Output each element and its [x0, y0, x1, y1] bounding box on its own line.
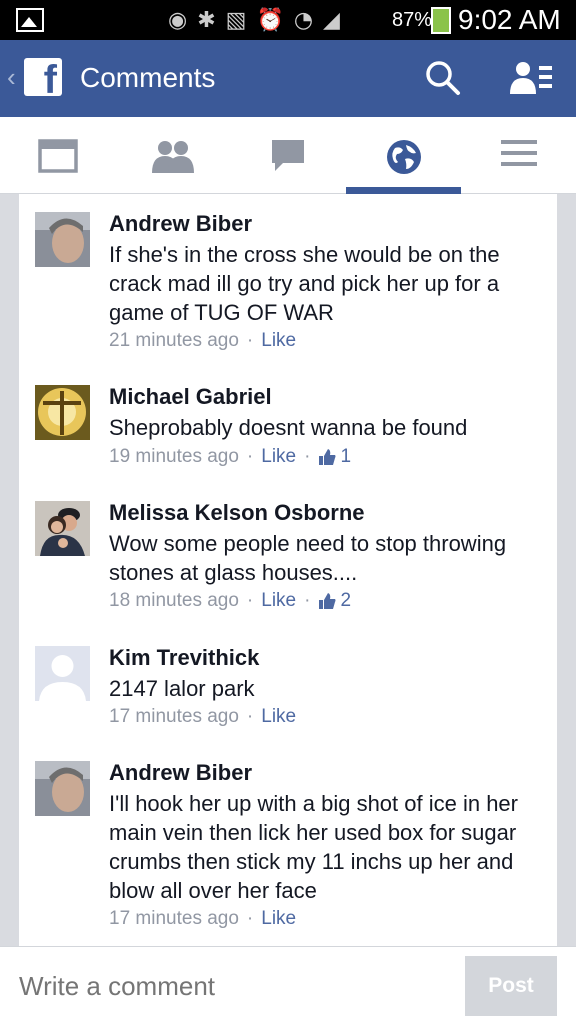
comment-timestamp: 17 minutes ago	[109, 706, 239, 727]
comment-composer: Post	[0, 946, 576, 1024]
tab-more[interactable]	[461, 117, 576, 194]
globe-icon	[386, 140, 421, 174]
page-title: Comments	[80, 62, 216, 93]
comment-meta: 17 minutes ago · Like	[109, 706, 296, 728]
gallery-notification-icon	[16, 8, 44, 32]
avatar[interactable]	[35, 761, 90, 816]
alarm-icon: ⏰	[256, 7, 284, 33]
like-link[interactable]: Like	[261, 706, 296, 728]
cell-signal-icon: ◢	[323, 7, 340, 33]
bluetooth-icon: ✱	[197, 7, 216, 33]
status-bar: ◉ ✱ ▧ ⏰ ◔ ◢ 87% 9:02 AM	[0, 0, 576, 40]
comment-input[interactable]	[19, 971, 439, 1002]
comment-text: Sheprobably doesnt wanna be found	[109, 415, 468, 440]
no-signal-icon: ▧	[225, 7, 247, 33]
comment-meta: 19 minutes ago · Like · 1	[109, 446, 351, 468]
comment-author[interactable]: Andrew Biber	[109, 760, 252, 786]
comment-timestamp: 18 minutes ago	[109, 590, 239, 611]
separator: ·	[304, 446, 311, 467]
separator: ·	[304, 590, 311, 611]
tab-messages[interactable]	[230, 117, 345, 194]
comment-timestamp: 17 minutes ago	[109, 908, 239, 929]
separator: ·	[246, 446, 254, 467]
tab-news-feed[interactable]	[0, 117, 115, 194]
comment-list[interactable]: Andrew Biber If she's in the cross she w…	[19, 194, 557, 946]
news-feed-icon	[37, 139, 78, 173]
friends-icon	[151, 141, 194, 173]
comment-author[interactable]: Melissa Kelson Osborne	[109, 500, 365, 526]
eye-icon: ◉	[168, 7, 188, 33]
post-button[interactable]: Post	[465, 956, 557, 1016]
active-tab-indicator	[346, 187, 461, 194]
comment-timestamp: 21 minutes ago	[109, 330, 239, 351]
clock: 9:02 AM	[458, 4, 561, 35]
comment-author[interactable]: Andrew Biber	[109, 211, 252, 237]
like-link[interactable]: Like	[261, 446, 296, 468]
like-count[interactable]: 2	[340, 590, 351, 612]
separator: ·	[246, 908, 254, 929]
tab-bar	[0, 117, 576, 194]
back-chevron-icon[interactable]: ‹	[7, 62, 16, 93]
comment-author[interactable]: Kim Trevithick	[109, 645, 259, 671]
comment-text: Wow some people need to stop throwing st…	[109, 531, 507, 585]
thumbs-up-icon	[319, 593, 336, 609]
separator: ·	[246, 330, 254, 351]
avatar[interactable]	[35, 385, 90, 440]
facebook-logo-icon[interactable]: f	[24, 58, 62, 96]
search-icon[interactable]	[425, 60, 461, 96]
like-link[interactable]: Like	[261, 908, 296, 930]
like-count[interactable]: 1	[340, 446, 351, 468]
comment-author[interactable]: Michael Gabriel	[109, 384, 272, 410]
avatar[interactable]	[35, 212, 90, 267]
separator: ·	[246, 706, 254, 727]
thumbs-up-icon	[319, 449, 336, 465]
status-icons: ◉ ✱ ▧ ⏰ ◔ ◢	[168, 6, 340, 34]
wifi-icon: ◔	[293, 7, 314, 33]
friend-requests-icon[interactable]	[510, 60, 554, 96]
tab-notifications[interactable]	[346, 117, 461, 194]
default-avatar-icon[interactable]	[35, 646, 90, 701]
comment-text: 2147 lalor park	[109, 676, 255, 701]
like-link[interactable]: Like	[261, 330, 296, 352]
comment-meta: 17 minutes ago · Like	[109, 908, 296, 930]
tab-friends[interactable]	[115, 117, 230, 194]
avatar[interactable]	[35, 501, 90, 556]
menu-icon	[500, 140, 537, 166]
comment-text: I'll hook her up with a big shot of ice …	[109, 791, 518, 903]
separator: ·	[246, 590, 254, 611]
battery-icon	[431, 7, 451, 34]
battery-percent: 87%	[392, 9, 433, 31]
comment-timestamp: 19 minutes ago	[109, 446, 239, 467]
messages-icon	[271, 140, 304, 171]
app-bar: ‹ f Comments	[0, 40, 576, 117]
comment-text: If she's in the cross she would be on th…	[109, 242, 500, 325]
like-link[interactable]: Like	[261, 590, 296, 612]
comment-meta: 21 minutes ago · Like	[109, 330, 296, 352]
comment-meta: 18 minutes ago · Like · 2	[109, 590, 351, 612]
